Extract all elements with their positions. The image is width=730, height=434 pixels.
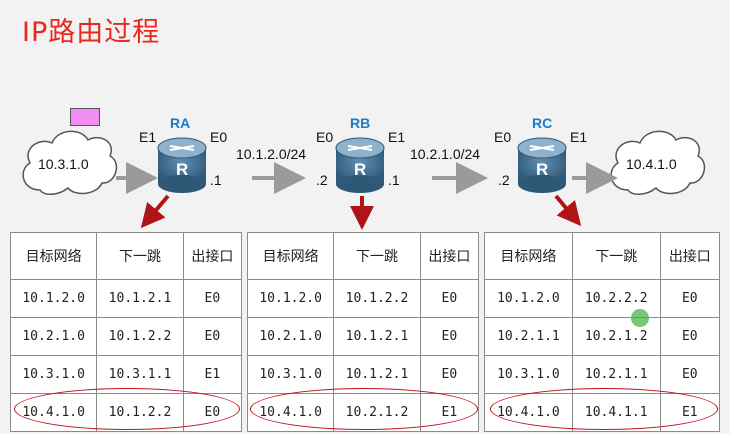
pointer-arrow-ra <box>140 194 170 229</box>
table-row: 10.1.2.0 10.1.2.1 E0 <box>9 279 243 318</box>
table-header: 下一跳 <box>571 232 661 280</box>
ra-left-interface: E1 <box>139 129 157 145</box>
table-header: 下一跳 <box>333 232 421 280</box>
pointer-cursor <box>631 309 649 327</box>
table-header: 目标网络 <box>9 232 98 280</box>
pointer-arrow-rc <box>554 194 582 227</box>
highlight-ellipse-rc <box>490 388 718 430</box>
highlight-ellipse-rb <box>250 388 478 430</box>
table-header: 出接口 <box>419 232 480 280</box>
table-cell: 10.2.1.0 <box>9 317 98 356</box>
table-cell: 10.3.1.0 <box>484 355 573 394</box>
rb-right-interface: E1 <box>388 129 406 145</box>
rc-left-interface: E0 <box>494 129 512 145</box>
table-cell: E0 <box>659 279 721 318</box>
rb-left-address: .2 <box>316 172 328 188</box>
rb-right-address: .1 <box>388 172 400 188</box>
table-cell: E0 <box>659 317 721 356</box>
link-ab-label: 10.1.2.0/24 <box>236 146 307 162</box>
table-cell: E0 <box>419 355 480 394</box>
table-cell: 10.2.1.0 <box>246 317 335 356</box>
table-cell: 10.1.2.0 <box>484 279 573 318</box>
rb-glyph: R <box>354 160 367 179</box>
table-header: 目标网络 <box>484 232 573 280</box>
ra-right-interface: E0 <box>210 129 228 145</box>
left-network-label: 10.3.1.0 <box>38 156 89 172</box>
highlight-ellipse-ra <box>14 388 240 430</box>
table-header: 出接口 <box>659 232 721 280</box>
table-cell: E0 <box>419 317 480 356</box>
table-header: 出接口 <box>182 232 243 280</box>
table-cell: E0 <box>419 279 480 318</box>
table-row: 10.2.1.1 10.2.1.2 E0 <box>484 317 721 356</box>
table-cell: E0 <box>659 355 721 394</box>
table-row: 10.2.1.0 10.1.2.1 E0 <box>246 317 480 356</box>
table-cell: 10.1.2.0 <box>246 279 335 318</box>
table-header: 目标网络 <box>246 232 335 280</box>
table-cell: E1 <box>182 355 243 394</box>
right-network-label: 10.4.1.0 <box>626 156 677 172</box>
router-rb-name: RB <box>350 115 371 131</box>
table-cell: 10.1.2.1 <box>333 317 421 356</box>
router-ra-name: RA <box>170 115 191 131</box>
packet-marker <box>70 108 100 126</box>
router-rc-name: RC <box>532 115 553 131</box>
table-cell: E0 <box>182 279 243 318</box>
table-row: 10.2.1.0 10.1.2.2 E0 <box>9 317 243 356</box>
table-cell: 10.1.2.2 <box>96 317 184 356</box>
rc-glyph: R <box>536 160 549 179</box>
table-cell: E0 <box>182 317 243 356</box>
table-cell: 10.1.2.1 <box>96 279 184 318</box>
table-cell: 10.1.2.0 <box>9 279 98 318</box>
rc-right-interface: E1 <box>570 129 588 145</box>
ra-glyph: R <box>176 160 189 179</box>
table-row: 10.1.2.0 10.2.2.2 E0 <box>484 279 721 318</box>
table-cell: 10.3.1.0 <box>246 355 335 394</box>
table-cell: 10.3.1.0 <box>9 355 98 394</box>
rb-left-interface: E0 <box>316 129 334 145</box>
table-header: 下一跳 <box>96 232 184 280</box>
table-cell: 10.1.2.2 <box>333 279 421 318</box>
table-row: 10.1.2.0 10.1.2.2 E0 <box>246 279 480 318</box>
table-cell: 10.2.1.1 <box>484 317 573 356</box>
rc-left-address: .2 <box>498 172 510 188</box>
link-bc-label: 10.2.1.0/24 <box>410 146 481 162</box>
ra-right-address: .1 <box>210 172 222 188</box>
